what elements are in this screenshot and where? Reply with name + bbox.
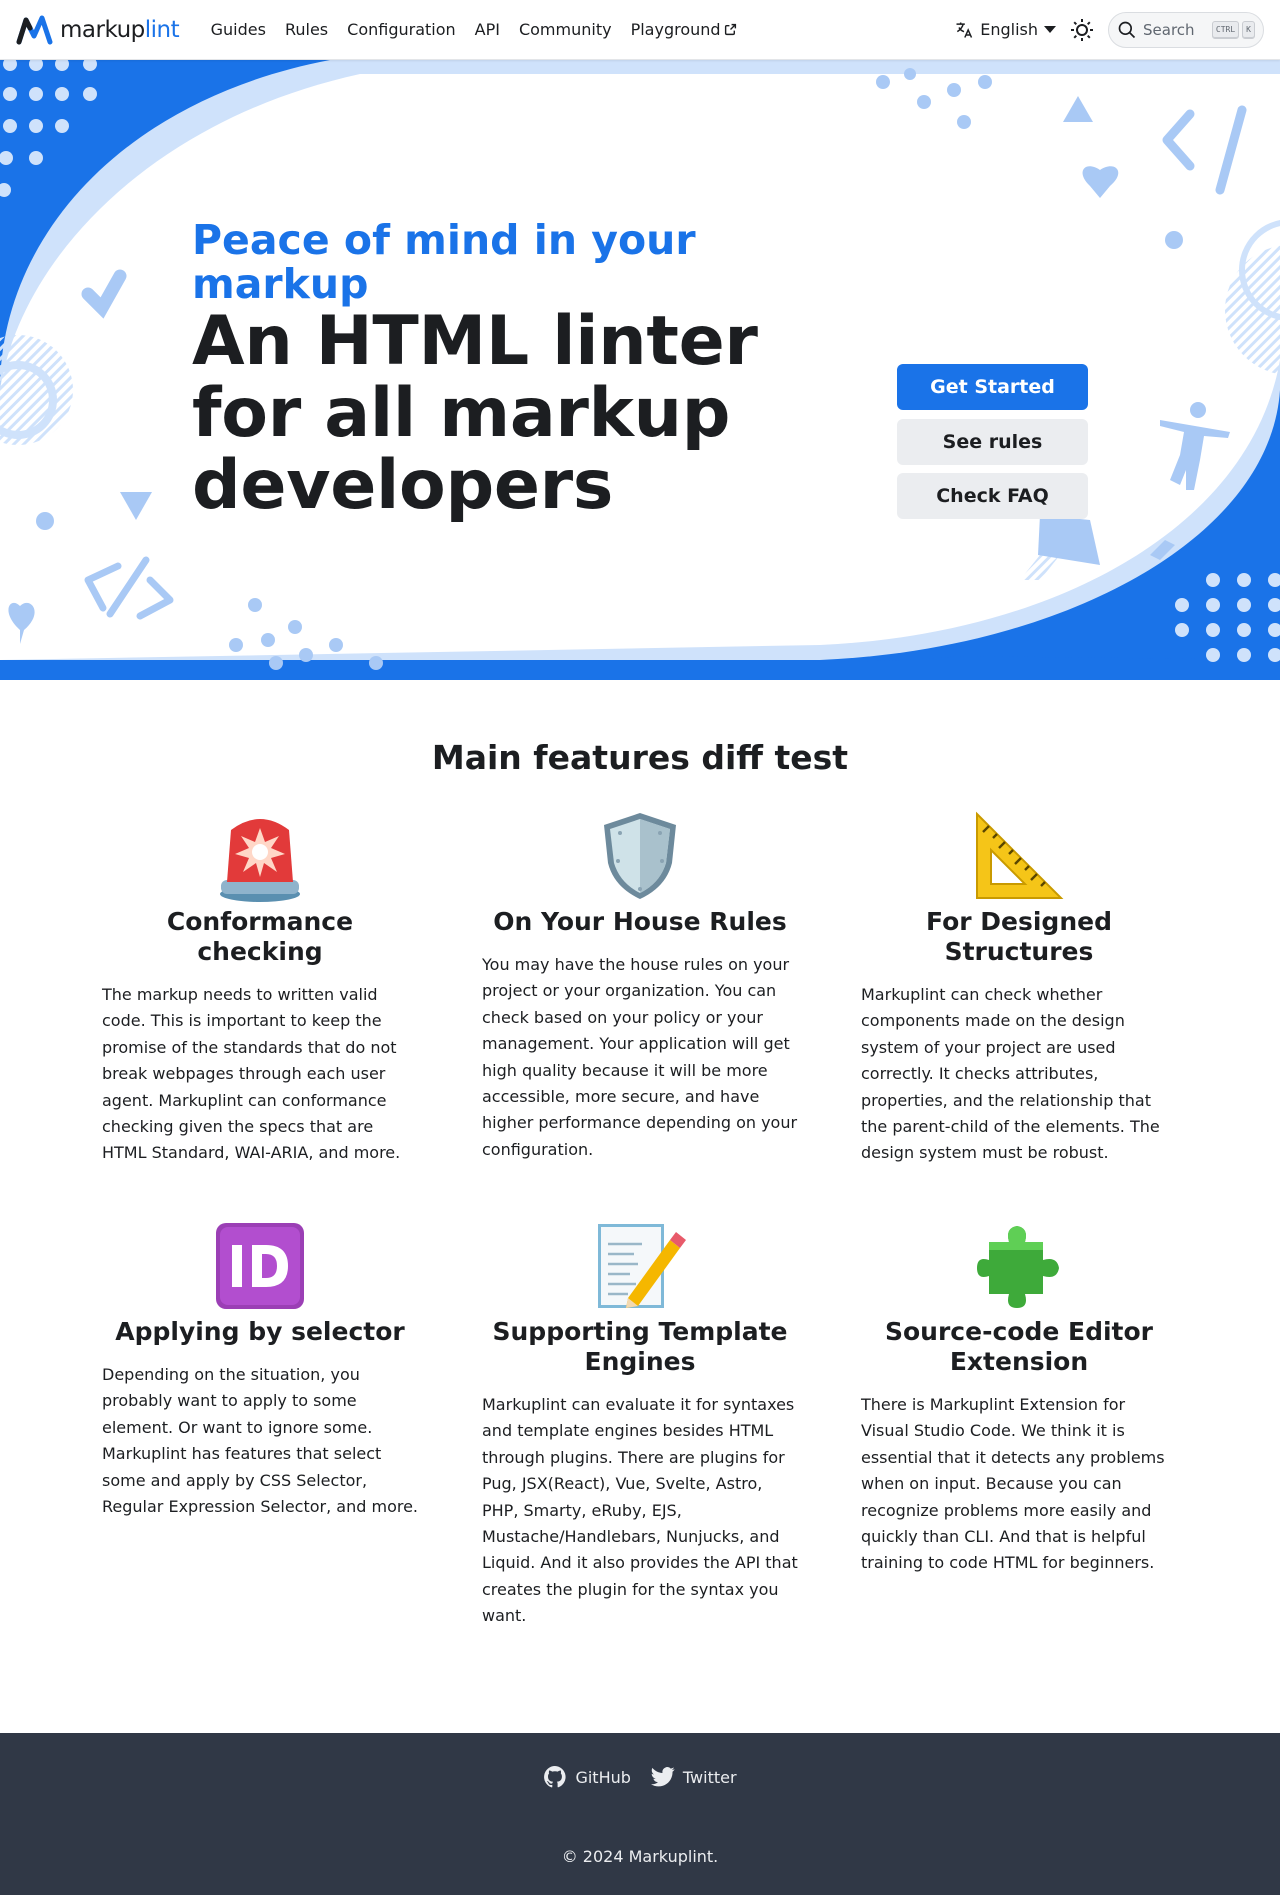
brand-link[interactable]: markuplint xyxy=(16,14,180,46)
siren-icon xyxy=(220,818,300,902)
hero-title: An HTML linter for all markup developers xyxy=(192,302,758,525)
copyright: © 2024 Markuplint. xyxy=(561,1847,719,1866)
search-shortcut: CTRL K xyxy=(1211,20,1255,39)
feature-title: Applying by selector xyxy=(115,1317,405,1346)
feature-title: On Your House Rules xyxy=(493,907,787,936)
kbd-ctrl: CTRL xyxy=(1211,20,1240,39)
nav-link-guides[interactable]: Guides xyxy=(201,20,275,39)
caret-down-icon xyxy=(1044,25,1056,33)
brand-name: markuplint xyxy=(60,16,180,43)
feature-text: You may have the house rules on your pro… xyxy=(482,955,798,1159)
github-link[interactable]: GitHub xyxy=(543,1765,631,1789)
feature-text: There is Markuplint Extension for Visual… xyxy=(861,1395,1165,1573)
feature-text: Markuplint can check whether components … xyxy=(861,985,1160,1163)
nav-link-rules[interactable]: Rules xyxy=(275,20,337,39)
feature-title: Supporting Template Engines xyxy=(492,1317,788,1376)
feature-title: Source-code Editor Extension xyxy=(884,1317,1153,1376)
nav-right: English Search CTRL K xyxy=(954,11,1264,48)
feature-text: The markup needs to written valid code. … xyxy=(102,985,401,1163)
twitter-label: Twitter xyxy=(682,1767,737,1787)
feature-title: Conformance checking xyxy=(166,907,354,966)
brand-name-part1: markup xyxy=(60,16,145,43)
features-heading: Main features diff test xyxy=(431,738,849,777)
nav-link-configuration[interactable]: Configuration xyxy=(338,20,466,39)
site-footer: GitHub Twitter © 2024 Markuplint. xyxy=(0,1733,1280,1895)
hero-section: Peace of mind in your markup An HTML lin… xyxy=(0,60,1280,680)
search-label: Search xyxy=(1143,20,1195,39)
language-dropdown[interactable]: English xyxy=(954,20,1056,40)
feature-card: Applying by selector Depending on the si… xyxy=(102,1218,418,1520)
top-navbar: markuplint Guides Rules Configuration AP… xyxy=(0,0,1280,60)
twitter-icon xyxy=(650,1767,675,1787)
check-faq-button[interactable]: Check FAQ xyxy=(897,473,1088,519)
feature-card: Source-code Editor Extension There is Ma… xyxy=(861,1218,1177,1577)
nav-link-playground-label: Playground xyxy=(630,20,721,39)
puzzle-piece-icon xyxy=(977,1225,1059,1308)
theme-toggle[interactable] xyxy=(1070,18,1094,42)
hero-subtitle: Peace of mind in your markup xyxy=(192,216,696,308)
github-icon xyxy=(544,1766,567,1788)
feature-title: For Designed Structures xyxy=(926,907,1112,966)
feature-card: For Designed Structures Markuplint can c… xyxy=(861,808,1177,1167)
id-icon xyxy=(216,1222,304,1309)
get-started-button[interactable]: Get Started xyxy=(897,364,1088,410)
search-icon xyxy=(1118,21,1136,38)
feature-text: Depending on the situation, you probably… xyxy=(102,1365,419,1517)
triangular-ruler-icon xyxy=(976,811,1064,899)
nav-link-api[interactable]: API xyxy=(465,20,509,39)
nav-links: Guides Rules Configuration API Community… xyxy=(201,20,746,39)
footer-links: GitHub Twitter xyxy=(0,1765,1280,1789)
shield-icon xyxy=(604,812,676,899)
memo-icon xyxy=(598,1223,686,1308)
nav-link-playground[interactable]: Playground xyxy=(621,20,746,39)
markuplint-logo-icon xyxy=(16,15,53,44)
kbd-k: K xyxy=(1242,20,1255,39)
github-label: GitHub xyxy=(575,1767,631,1787)
feature-text: Markuplint can evaluate it for syntaxes … xyxy=(482,1395,798,1626)
language-label: English xyxy=(980,20,1038,39)
nav-link-community[interactable]: Community xyxy=(509,20,621,39)
feature-card: Conformance checking The markup needs to… xyxy=(102,808,418,1167)
search-button[interactable]: Search CTRL K xyxy=(1108,11,1264,48)
feature-card: On Your House Rules You may have the hou… xyxy=(482,808,798,1163)
translate-icon xyxy=(956,22,973,38)
twitter-link[interactable]: Twitter xyxy=(650,1765,737,1789)
feature-card: Supporting Template Engines Markuplint c… xyxy=(482,1218,798,1630)
see-rules-button[interactable]: See rules xyxy=(897,419,1088,465)
sun-icon xyxy=(1071,18,1093,41)
brand-name-part2: lint xyxy=(144,16,180,43)
external-link-icon xyxy=(724,23,736,36)
